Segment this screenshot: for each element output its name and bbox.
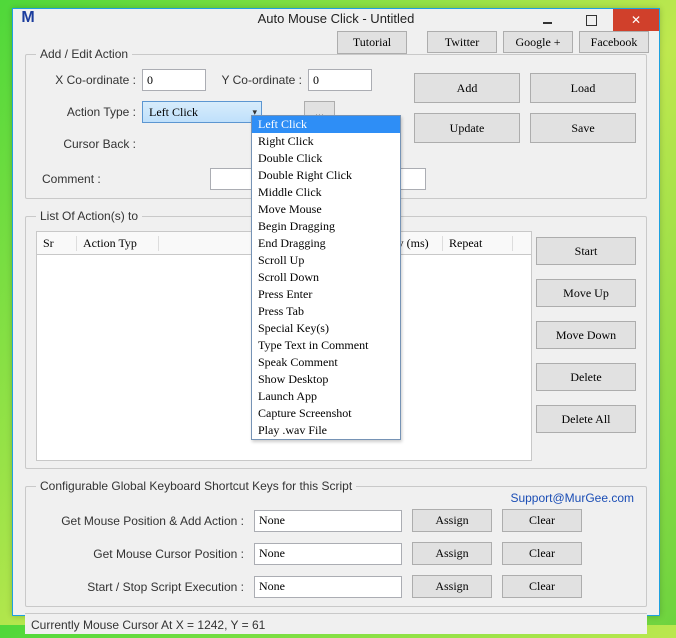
dropdown-item[interactable]: Double Right Click <box>252 167 400 184</box>
dropdown-item[interactable]: Show Desktop <box>252 371 400 388</box>
col-repeat[interactable]: Repeat <box>443 236 513 251</box>
sc-input-1[interactable] <box>254 543 402 565</box>
list-side-buttons: Start Move Up Move Down Delete Delete Al… <box>536 237 636 433</box>
sc-input-2[interactable] <box>254 576 402 598</box>
cursor-back-label: Cursor Back : <box>36 137 136 151</box>
sc-clear-1[interactable]: Clear <box>502 542 582 565</box>
action-type-dropdown[interactable]: Left ClickRight ClickDouble ClickDouble … <box>251 115 401 440</box>
sc-label-1: Get Mouse Cursor Position : <box>36 547 244 561</box>
dropdown-item[interactable]: Begin Dragging <box>252 218 400 235</box>
delete-all-button[interactable]: Delete All <box>536 405 636 433</box>
add-edit-right-buttons: Add Load Update Save <box>414 73 636 143</box>
update-button[interactable]: Update <box>414 113 520 143</box>
start-button[interactable]: Start <box>536 237 636 265</box>
save-button[interactable]: Save <box>530 113 636 143</box>
action-list-legend: List Of Action(s) to <box>36 209 142 223</box>
client-area: Tutorial Twitter Google + Facebook Add /… <box>13 27 659 638</box>
shortcuts-group: Configurable Global Keyboard Shortcut Ke… <box>25 479 647 607</box>
app-window: M Auto Mouse Click - Untitled Tutorial T… <box>12 8 660 616</box>
add-edit-legend: Add / Edit Action <box>36 47 132 61</box>
col-sr[interactable]: Sr <box>37 236 77 251</box>
add-button[interactable]: Add <box>414 73 520 103</box>
dropdown-item[interactable]: Double Click <box>252 150 400 167</box>
move-down-button[interactable]: Move Down <box>536 321 636 349</box>
dropdown-item[interactable]: Middle Click <box>252 184 400 201</box>
dropdown-item[interactable]: Right Click <box>252 133 400 150</box>
y-coord-input[interactable] <box>308 69 372 91</box>
dropdown-item[interactable]: Press Tab <box>252 303 400 320</box>
col-action-type[interactable]: Action Typ <box>77 236 159 251</box>
sc-assign-2[interactable]: Assign <box>412 575 492 598</box>
comment-label: Comment : <box>36 172 101 186</box>
dropdown-item[interactable]: Left Click <box>252 116 400 133</box>
x-coord-label: X Co-ordinate : <box>36 73 136 87</box>
app-icon: M <box>19 9 37 27</box>
sc-clear-0[interactable]: Clear <box>502 509 582 532</box>
action-type-label: Action Type : <box>36 105 136 119</box>
dropdown-item[interactable]: Speak Comment <box>252 354 400 371</box>
dropdown-item[interactable]: Type Text in Comment <box>252 337 400 354</box>
dropdown-item[interactable]: Press Enter <box>252 286 400 303</box>
sc-clear-2[interactable]: Clear <box>502 575 582 598</box>
delete-button[interactable]: Delete <box>536 363 636 391</box>
sc-assign-0[interactable]: Assign <box>412 509 492 532</box>
shortcuts-legend: Configurable Global Keyboard Shortcut Ke… <box>36 479 356 493</box>
load-button[interactable]: Load <box>530 73 636 103</box>
x-coord-input[interactable] <box>142 69 206 91</box>
dropdown-item[interactable]: Scroll Up <box>252 252 400 269</box>
dropdown-item[interactable]: Capture Screenshot <box>252 405 400 422</box>
dropdown-item[interactable]: Play .wav File <box>252 422 400 439</box>
action-type-value: Left Click <box>149 105 198 120</box>
dropdown-item[interactable]: Launch App <box>252 388 400 405</box>
y-coord-label: Y Co-ordinate : <box>212 73 302 87</box>
dropdown-item[interactable]: Special Key(s) <box>252 320 400 337</box>
move-up-button[interactable]: Move Up <box>536 279 636 307</box>
sc-input-0[interactable] <box>254 510 402 532</box>
dropdown-item[interactable]: Move Mouse <box>252 201 400 218</box>
sc-label-0: Get Mouse Position & Add Action : <box>36 514 244 528</box>
support-link[interactable]: Support@MurGee.com <box>510 491 634 505</box>
dropdown-item[interactable]: End Dragging <box>252 235 400 252</box>
sc-assign-1[interactable]: Assign <box>412 542 492 565</box>
titlebar: M Auto Mouse Click - Untitled <box>13 9 659 27</box>
dropdown-item[interactable]: Scroll Down <box>252 269 400 286</box>
action-type-combo[interactable]: Left Click ▾ <box>142 101 262 123</box>
sc-label-2: Start / Stop Script Execution : <box>36 580 244 594</box>
statusbar: Currently Mouse Cursor At X = 1242, Y = … <box>25 613 647 634</box>
